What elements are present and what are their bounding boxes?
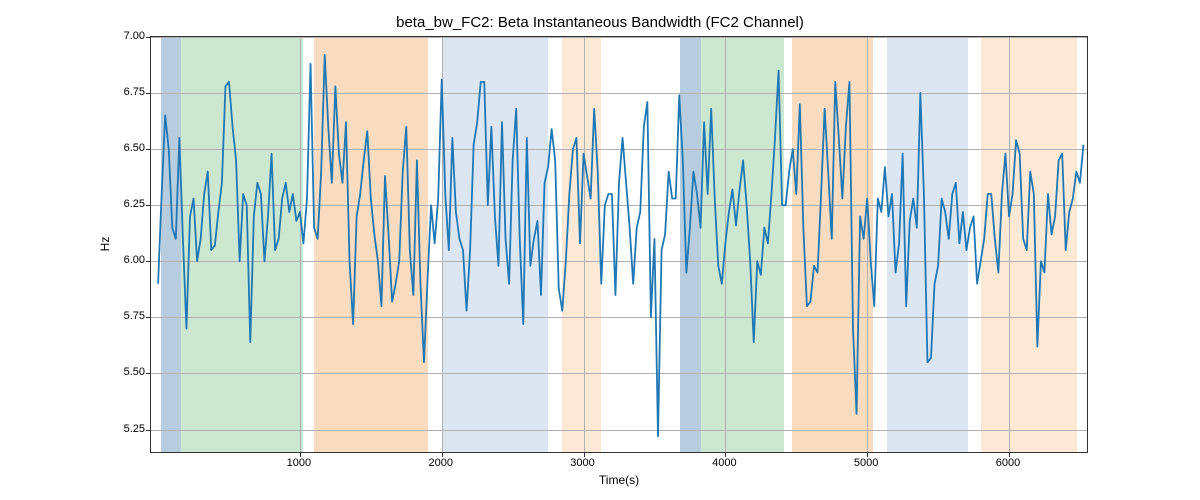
series-line [158, 55, 1083, 436]
x-tick-label: 3000 [570, 457, 594, 469]
y-tick-label: 5.75 [105, 310, 145, 322]
x-tick-label: 4000 [712, 457, 736, 469]
x-tick-label: 5000 [854, 457, 878, 469]
chart-container: beta_bw_FC2: Beta Instantaneous Bandwidt… [0, 0, 1200, 500]
y-tick-label: 5.50 [105, 366, 145, 378]
y-tick-label: 6.75 [105, 86, 145, 98]
data-line [151, 37, 1087, 452]
chart-title: beta_bw_FC2: Beta Instantaneous Bandwidt… [0, 14, 1200, 31]
plot-area [150, 36, 1088, 453]
y-tick-label: 6.50 [105, 142, 145, 154]
y-tick-label: 5.25 [105, 423, 145, 435]
x-tick-label: 2000 [428, 457, 452, 469]
y-tick-label: 7.00 [105, 30, 145, 42]
y-tick-label: 6.00 [105, 254, 145, 266]
x-tick-label: 6000 [996, 457, 1020, 469]
x-axis-label: Time(s) [599, 473, 639, 487]
y-tick-label: 6.25 [105, 198, 145, 210]
x-tick-label: 1000 [287, 457, 311, 469]
y-axis-label: Hz [98, 237, 112, 252]
